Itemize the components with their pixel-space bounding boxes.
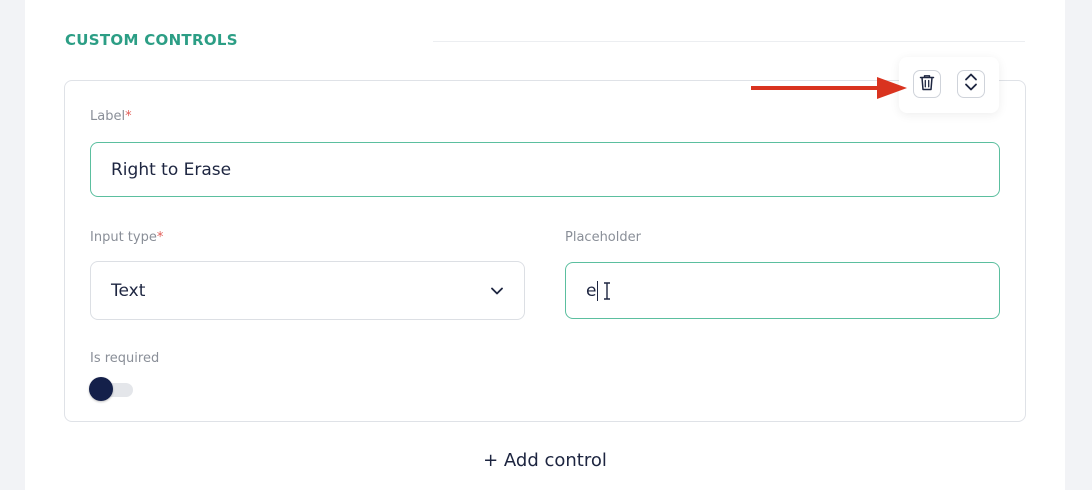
section-title: CUSTOM CONTROLS [65, 31, 238, 49]
is-required-toggle[interactable] [89, 377, 133, 403]
delete-control-button[interactable] [913, 70, 941, 98]
chevron-up-down-icon [964, 72, 978, 96]
trash-icon [919, 74, 935, 95]
chevron-down-icon [490, 284, 504, 298]
input-type-label: Input type* [90, 230, 163, 245]
label-field-label-text: Label [90, 109, 126, 124]
custom-control-card: Label* Right to Erase Input type* Text P… [64, 80, 1026, 422]
add-control-button[interactable]: + Add control [465, 450, 625, 471]
text-caret [597, 280, 599, 301]
is-required-label: Is required [90, 351, 159, 366]
placeholder-input-value: e [586, 280, 597, 301]
required-mark: * [125, 109, 132, 124]
input-type-select[interactable]: Text [90, 261, 525, 320]
placeholder-label-text: Placeholder [565, 230, 641, 245]
placeholder-label: Placeholder [565, 230, 641, 245]
required-mark: * [156, 230, 164, 245]
toggle-knob [89, 377, 113, 401]
section-divider [433, 41, 1025, 42]
is-required-label-text: Is required [90, 351, 160, 366]
reorder-control-button[interactable] [957, 70, 985, 98]
label-input-value: Right to Erase [111, 159, 232, 180]
control-actions-panel [899, 57, 999, 113]
text-cursor-icon [602, 281, 612, 301]
form-page: CUSTOM CONTROLS Label* Right to Erase In… [25, 0, 1065, 490]
input-type-label-text: Input type [90, 230, 157, 245]
placeholder-input[interactable]: e [565, 262, 1000, 319]
label-input[interactable]: Right to Erase [90, 142, 1000, 197]
input-type-selected-value: Text [111, 280, 146, 301]
label-field-label: Label* [90, 109, 132, 124]
annotation-arrow-icon [751, 77, 907, 99]
